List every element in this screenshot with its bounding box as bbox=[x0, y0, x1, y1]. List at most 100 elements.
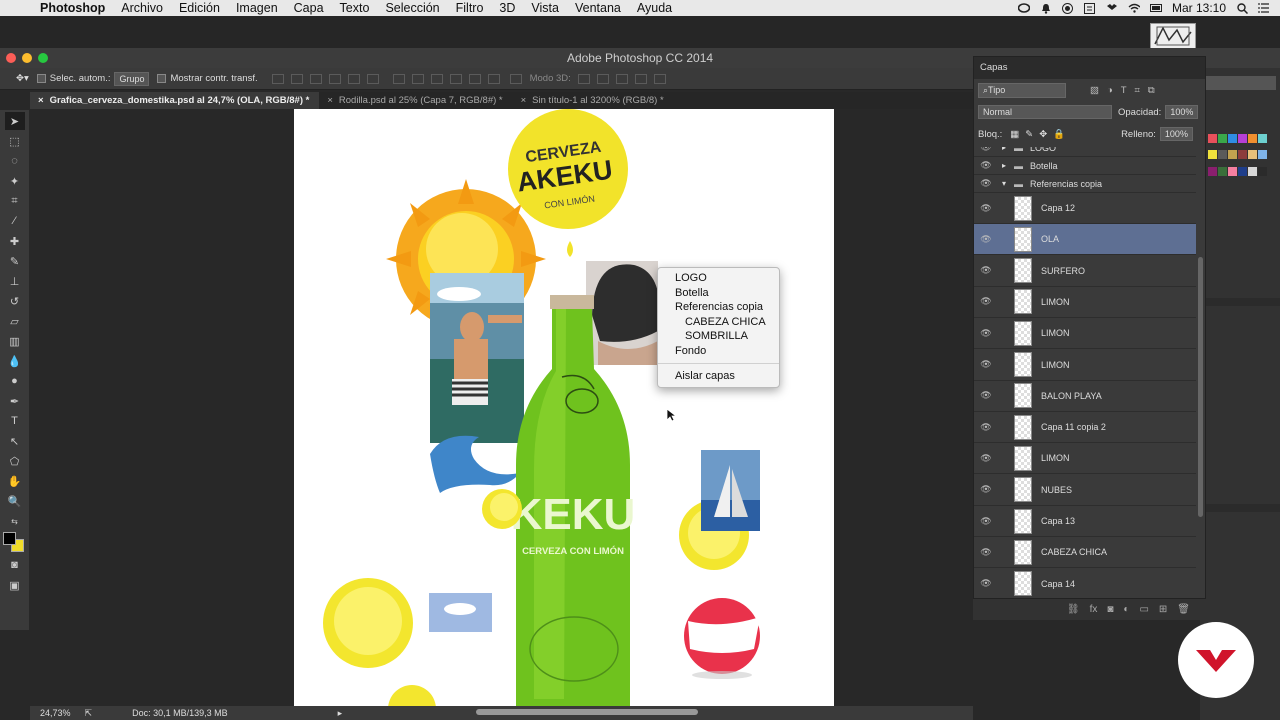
layer-row[interactable]: 👁 LIMON bbox=[974, 318, 1196, 350]
menu-edicion[interactable]: Edición bbox=[179, 1, 220, 15]
color-swatch[interactable] bbox=[1218, 166, 1227, 176]
blur-tool-icon[interactable]: 💧 bbox=[5, 352, 25, 370]
menu-capa[interactable]: Capa bbox=[294, 1, 324, 15]
visibility-eye-icon[interactable]: 👁 bbox=[974, 160, 998, 171]
distribute-bottom-icon[interactable] bbox=[430, 73, 443, 84]
hand-tool-icon[interactable]: ✋ bbox=[5, 472, 25, 490]
visibility-eye-icon[interactable]: 👁 bbox=[974, 578, 998, 589]
color-swatch[interactable] bbox=[1258, 150, 1267, 160]
layers-scrollbar[interactable] bbox=[1198, 257, 1203, 517]
align-bottom-icon[interactable] bbox=[309, 73, 322, 84]
layer-row[interactable]: 👁 Capa 12 bbox=[974, 193, 1196, 224]
filter-shape-icon[interactable]: ⌗ bbox=[1135, 85, 1140, 96]
align-left-icon[interactable] bbox=[328, 73, 341, 84]
ctx-item-botella[interactable]: Botella bbox=[658, 286, 779, 301]
align-right-icon[interactable] bbox=[366, 73, 379, 84]
drag-3d-icon[interactable] bbox=[615, 73, 628, 84]
tab-sin-titulo[interactable]: × Sin título-1 al 3200% (RGB/8) * bbox=[513, 92, 674, 109]
distribute-top-icon[interactable] bbox=[392, 73, 405, 84]
document-canvas[interactable]: CERVEZA AKEKU CON LIMÓN KEKU CERVEZA CON… bbox=[294, 109, 834, 706]
ctx-item-cabeza-chica[interactable]: CABEZA CHICA bbox=[658, 315, 779, 330]
menu-ventana[interactable]: Ventana bbox=[575, 1, 621, 15]
layer-group-row[interactable]: 👁 ▸ ▬ Botella bbox=[974, 157, 1196, 175]
add-mask-icon[interactable]: ◙ bbox=[1107, 604, 1113, 615]
close-tab-icon[interactable]: × bbox=[327, 92, 333, 109]
visibility-eye-icon[interactable]: 👁 bbox=[974, 547, 998, 558]
zoom-window-button[interactable] bbox=[38, 53, 48, 63]
status-arrow-icon[interactable]: ▸ bbox=[338, 708, 343, 719]
ctx-item-fondo[interactable]: Fondo bbox=[658, 344, 779, 359]
visibility-eye-icon[interactable]: 👁 bbox=[974, 516, 998, 527]
brush-tool-icon[interactable]: ✎ bbox=[5, 252, 25, 270]
filter-pixel-icon[interactable]: ▧ bbox=[1090, 85, 1099, 96]
menu-archivo[interactable]: Archivo bbox=[121, 1, 163, 15]
color-swatch[interactable] bbox=[1238, 166, 1247, 176]
shape-tool-icon[interactable]: ⬠ bbox=[5, 452, 25, 470]
minimize-window-button[interactable] bbox=[22, 53, 32, 63]
tab-rodilla[interactable]: × Rodilla.psd al 25% (Capa 7, RGB/8#) * bbox=[319, 92, 512, 109]
auto-select-checkbox[interactable] bbox=[36, 74, 46, 83]
visibility-eye-icon[interactable]: 👁 bbox=[974, 390, 998, 401]
distribute-vcenter-icon[interactable] bbox=[411, 73, 424, 84]
creative-cloud-icon[interactable] bbox=[1017, 2, 1030, 14]
adjustment-layer-icon[interactable]: ◐ bbox=[1123, 604, 1129, 615]
fill-input[interactable]: 100% bbox=[1159, 127, 1193, 141]
color-swatch[interactable] bbox=[1248, 150, 1257, 160]
color-swatch[interactable] bbox=[1228, 150, 1237, 160]
color-swatch[interactable] bbox=[1218, 150, 1227, 160]
color-swatch[interactable] bbox=[1258, 166, 1267, 176]
lock-all-icon[interactable]: 🔒 bbox=[1053, 129, 1065, 140]
magic-wand-tool-icon[interactable]: ✦ bbox=[5, 172, 25, 190]
layer-row[interactable]: 👁 Capa 14 bbox=[974, 569, 1196, 599]
layer-row[interactable]: 👁 BALON PLAYA bbox=[974, 381, 1196, 412]
transfer-icon[interactable] bbox=[1084, 2, 1096, 14]
pen-tool-icon[interactable]: ✒ bbox=[5, 392, 25, 410]
show-transform-checkbox[interactable] bbox=[157, 74, 167, 83]
type-tool-icon[interactable]: T bbox=[5, 412, 25, 430]
eraser-tool-icon[interactable]: ▱ bbox=[5, 312, 25, 330]
layer-row[interactable]: 👁 LIMON bbox=[974, 287, 1196, 318]
color-swatch[interactable] bbox=[1258, 134, 1267, 143]
visibility-eye-icon[interactable]: 👁 bbox=[974, 422, 998, 433]
visibility-eye-icon[interactable]: 👁 bbox=[974, 484, 998, 495]
layer-group-row[interactable]: 👁 ▾ ▬ Referencias copia bbox=[974, 175, 1196, 193]
align-top-icon[interactable] bbox=[271, 73, 284, 84]
notification-bell-icon[interactable] bbox=[1040, 2, 1052, 14]
align-hcenter-icon[interactable] bbox=[347, 73, 360, 84]
layer-row[interactable]: 👁 OLA bbox=[974, 224, 1196, 256]
color-swatch[interactable] bbox=[1208, 134, 1217, 143]
layer-filter-dropdown[interactable]: ⌕Tipo bbox=[978, 82, 1066, 98]
lock-position-icon[interactable]: ✥ bbox=[1039, 129, 1047, 140]
screen-mode-icon[interactable]: ▣ bbox=[5, 576, 25, 594]
menu-seleccion[interactable]: Selección bbox=[385, 1, 439, 15]
history-brush-tool-icon[interactable]: ↺ bbox=[5, 292, 25, 310]
color-swatch[interactable] bbox=[1218, 134, 1227, 143]
gradient-tool-icon[interactable]: ▥ bbox=[5, 332, 25, 350]
slide-3d-icon[interactable] bbox=[634, 73, 647, 84]
visibility-eye-icon[interactable]: 👁 bbox=[974, 359, 998, 370]
color-swatch[interactable] bbox=[1238, 134, 1247, 143]
color-swatch[interactable] bbox=[1248, 134, 1257, 143]
close-tab-icon[interactable]: × bbox=[38, 92, 44, 109]
rotate-3d-icon[interactable] bbox=[577, 73, 590, 84]
ctx-item-sombrilla[interactable]: SOMBRILLA bbox=[658, 329, 779, 344]
menu-ayuda[interactable]: Ayuda bbox=[637, 1, 672, 15]
eyedropper-tool-icon[interactable]: ⁄ bbox=[5, 212, 25, 230]
lock-pixels-icon[interactable]: ✎ bbox=[1025, 129, 1033, 140]
group-collapsed-icon[interactable]: ▸ bbox=[1002, 161, 1014, 170]
visibility-eye-icon[interactable]: 👁 bbox=[974, 265, 998, 276]
close-window-button[interactable] bbox=[6, 53, 16, 63]
distribute-right-icon[interactable] bbox=[487, 73, 500, 84]
auto-select-dropdown[interactable]: Grupo bbox=[114, 71, 150, 86]
tab-grafica-cerveza[interactable]: × Grafica_cerveza_domestika.psd al 24,7% … bbox=[30, 92, 320, 109]
ctx-item-referencias-copia[interactable]: Referencias copia bbox=[658, 300, 779, 315]
menu-vista[interactable]: Vista bbox=[531, 1, 559, 15]
marquee-tool-icon[interactable]: ⬚ bbox=[5, 132, 25, 150]
path-selection-tool-icon[interactable]: ↖ bbox=[5, 432, 25, 450]
visibility-eye-icon[interactable]: 👁 bbox=[974, 328, 998, 339]
color-swatches[interactable] bbox=[0, 532, 29, 554]
group-collapsed-icon[interactable]: ▸ bbox=[1002, 147, 1014, 152]
opacity-input[interactable]: 100% bbox=[1165, 105, 1199, 119]
lock-transparency-icon[interactable]: ▦ bbox=[1010, 129, 1019, 140]
foreground-color[interactable] bbox=[3, 532, 16, 545]
